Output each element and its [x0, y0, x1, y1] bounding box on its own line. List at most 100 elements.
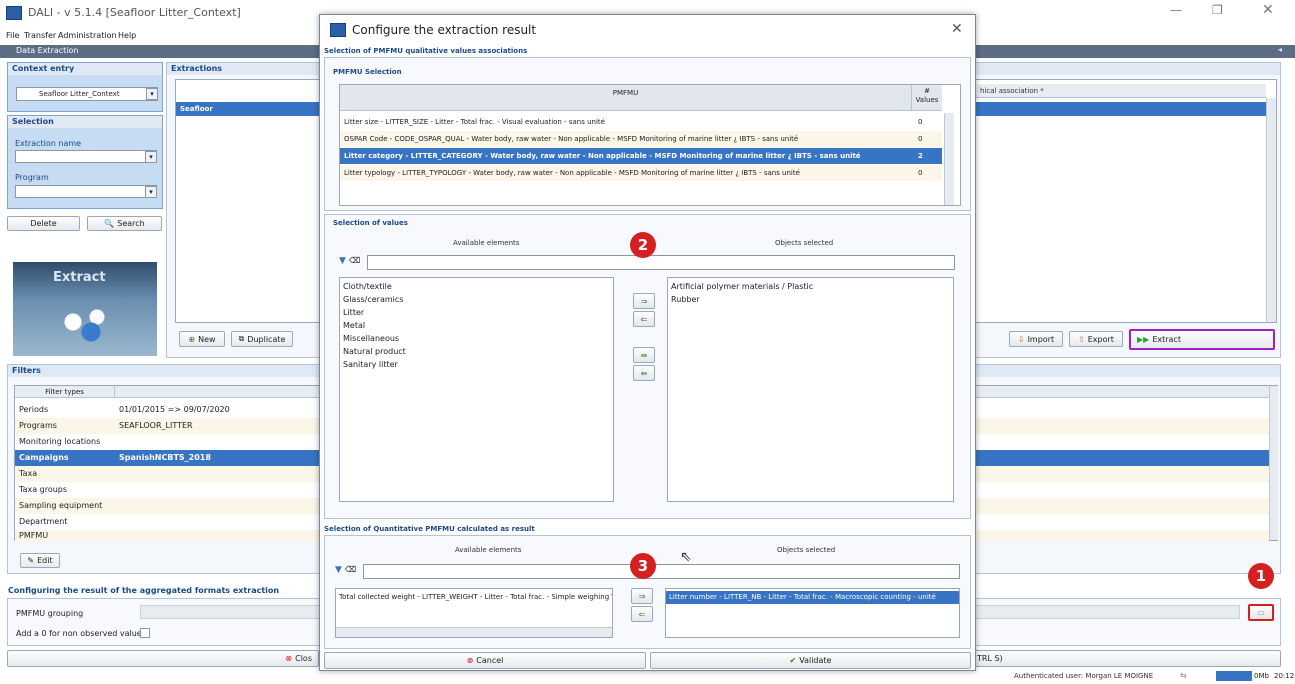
close-icon[interactable]: ✕ [1262, 2, 1274, 18]
extractions-right-selected-row[interactable] [976, 102, 1266, 116]
list-item[interactable]: Metal [340, 319, 613, 332]
pmfmu-scrollbar[interactable] [944, 113, 954, 205]
mouse-cursor-icon: ⇖ [680, 549, 692, 565]
edit-icon: ✎ [27, 556, 35, 565]
validate-button[interactable]: ✔ Validate [650, 652, 971, 669]
status-bar: Authenticated user: Morgan LE MOIGNE ⇆ 0… [0, 669, 1295, 684]
extractions-scrollbar[interactable] [1266, 98, 1276, 322]
export-icon: ⇧ [1078, 334, 1085, 344]
menu-administration[interactable]: Administration [58, 31, 117, 40]
selection-of-values-panel: Selection of values Available elements O… [324, 214, 971, 519]
context-combo[interactable]: Seafloor Litter_Context [16, 87, 158, 101]
filter-icon: ▼ [339, 256, 346, 266]
quant-selected-label: Objects selected [777, 546, 836, 554]
window-title: DALI - v 5.1.4 [Seafloor Litter_Context] [28, 6, 241, 19]
save-button[interactable]: TRL S) [974, 650, 1281, 667]
add-zero-label: Add a 0 for non observed values [16, 629, 146, 638]
quant-filter-input[interactable] [363, 564, 960, 579]
list-item[interactable]: Glass/ceramics [340, 293, 613, 306]
menu-help[interactable]: Help [118, 31, 136, 40]
list-item-selected[interactable]: Litter number - LITTER_NB - Litter - Tot… [666, 591, 959, 604]
quant-selected-list[interactable]: Litter number - LITTER_NB - Litter - Tot… [665, 588, 960, 638]
validate-icon: ✔ [789, 656, 797, 665]
extract-icon: ▶▶ [1137, 335, 1150, 344]
step-marker-3: 3 [630, 553, 656, 579]
clear-filter-icon[interactable]: ⌫ [349, 256, 360, 265]
pmfmu-grouping-edit-button[interactable]: ▭ [1248, 604, 1274, 621]
clear-filter-icon[interactable]: ⌫ [345, 565, 356, 574]
search-button[interactable]: 🔍 Search [87, 216, 162, 231]
quant-move-left-button[interactable]: ⇐ [631, 606, 653, 622]
program-input[interactable] [15, 185, 157, 198]
menu-file[interactable]: File [6, 31, 19, 40]
context-entry-header: Context entry [8, 63, 162, 75]
step-marker-2: 2 [630, 232, 656, 258]
edit-icon: ▭ [1257, 608, 1265, 617]
list-item[interactable]: Sanitary litter [340, 358, 613, 371]
import-icon: ⇩ [1017, 334, 1025, 344]
values-filter-input[interactable] [367, 255, 955, 270]
list-item[interactable]: Litter [340, 306, 613, 319]
export-button[interactable]: ⇧ Export [1069, 331, 1123, 347]
pmfmu-row[interactable]: Litter typology - LITTER_TYPOLOGY - Wate… [340, 165, 942, 181]
dialog-app-icon [330, 23, 346, 37]
pmfmu-row[interactable]: OSPAR Code - CODE_OSPAR_QUAL - Water bod… [340, 131, 942, 147]
new-button[interactable]: ⊕ New [179, 331, 225, 347]
pmfmu-row[interactable]: Litter size - LITTER_SIZE - Litter - Tot… [340, 114, 942, 130]
list-item[interactable]: Natural product [340, 345, 613, 358]
cancel-button[interactable]: ⊗ Cancel [324, 652, 646, 669]
extractions-right-header: hical association * [976, 84, 1266, 98]
filters-col-header: Filter types [15, 386, 115, 398]
maximize-icon[interactable]: ❐ [1212, 3, 1223, 17]
minimize-icon[interactable]: — [1170, 3, 1182, 17]
list-item[interactable]: Artificial polymer materials / Plastic [668, 280, 953, 293]
tab-data-extraction[interactable]: Data Extraction [16, 46, 78, 55]
extract-button[interactable]: ▶▶ Extract [1129, 329, 1275, 350]
delete-button[interactable]: Delete [7, 216, 80, 231]
quant-move-right-button[interactable]: ⇒ [631, 588, 653, 604]
edit-button[interactable]: ✎ Edit [20, 553, 60, 568]
app-icon [6, 6, 22, 20]
program-label: Program [15, 173, 49, 182]
horizontal-scrollbar[interactable] [336, 627, 612, 637]
pmfmu-row-selected[interactable]: Litter category - LITTER_CATEGORY - Wate… [340, 148, 942, 164]
menu-transfer[interactable]: Transfer [24, 31, 56, 40]
available-values-list[interactable]: Cloth/textile Glass/ceramics Litter Meta… [339, 277, 614, 502]
move-right-button[interactable]: ⇒ [633, 293, 655, 309]
pmfmu-grouping-label: PMFMU grouping [16, 609, 84, 618]
pmfmu-col-header: PMFMU [340, 85, 912, 111]
list-item[interactable]: Cloth/textile [340, 280, 613, 293]
close-button[interactable]: ⊗ Clos [7, 650, 319, 667]
close-circle-icon: ⊗ [285, 654, 293, 663]
available-elements-label: Available elements [453, 239, 520, 247]
status-time: 20:12 [1274, 672, 1295, 680]
program-dropdown-icon[interactable]: ▾ [145, 186, 157, 198]
list-item[interactable]: Rubber [668, 293, 953, 306]
add-zero-checkbox[interactable] [140, 628, 150, 638]
context-dropdown-icon[interactable]: ▾ [146, 88, 158, 100]
extraction-name-dropdown-icon[interactable]: ▾ [145, 151, 157, 163]
quant-available-list[interactable]: Total collected weight - LITTER_WEIGHT -… [335, 588, 613, 638]
list-item[interactable]: Miscellaneous [340, 332, 613, 345]
extraction-name-input[interactable] [15, 150, 157, 163]
search-icon: 🔍 [104, 219, 115, 228]
dialog-close-icon[interactable]: ✕ [951, 21, 963, 37]
objects-selected-label: Objects selected [775, 239, 834, 247]
tab-close-icon[interactable]: ◂ [1278, 45, 1282, 54]
new-icon: ⊕ [188, 334, 196, 344]
quantitative-panel: Available elements Objects selected ▼ ⌫ … [324, 535, 971, 649]
move-all-left-button[interactable]: ⇚ [633, 365, 655, 381]
config-header: Configuring the result of the aggregated… [8, 586, 280, 595]
duplicate-button[interactable]: ⧉ Duplicate [231, 331, 293, 347]
import-button[interactable]: ⇩ Import [1009, 331, 1063, 347]
move-all-right-button[interactable]: ⇛ [633, 347, 655, 363]
list-item[interactable]: Total collected weight - LITTER_WEIGHT -… [336, 591, 612, 604]
extractions-row-seafloor[interactable]: Seafloor [176, 102, 326, 116]
quant-available-label: Available elements [455, 546, 522, 554]
move-left-button[interactable]: ⇐ [633, 311, 655, 327]
filters-scrollbar[interactable] [1269, 386, 1278, 540]
selection-header: Selection [8, 116, 162, 128]
selected-values-list[interactable]: Artificial polymer materials / Plastic R… [667, 277, 954, 502]
extraction-name-label: Extraction name [15, 139, 82, 148]
quant-header: Selection of Quantitative PMFMU calculat… [324, 525, 535, 533]
